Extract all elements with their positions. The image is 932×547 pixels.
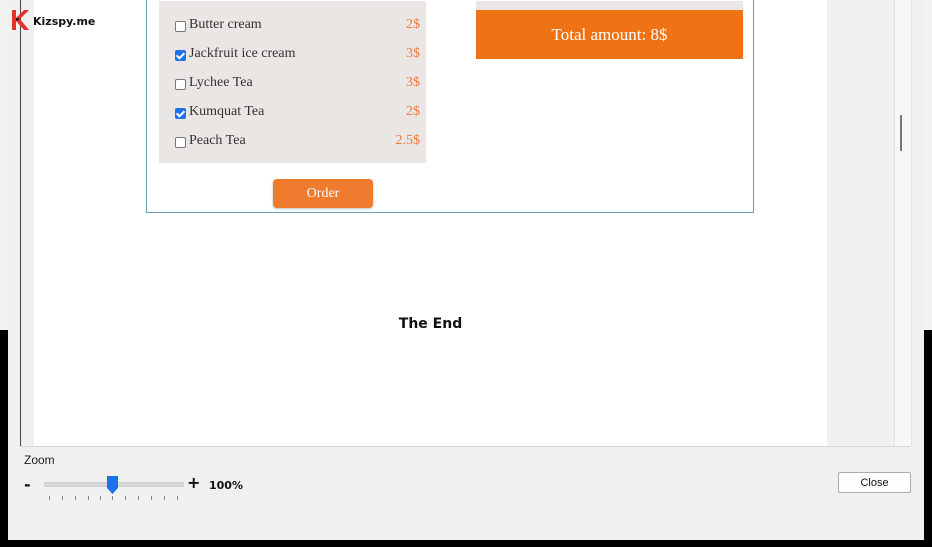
slider-tick <box>75 496 76 500</box>
divider <box>20 446 910 447</box>
zoom-label: Zoom <box>24 453 55 467</box>
vertical-scrollbar[interactable] <box>894 0 912 446</box>
menu-item-checkbox[interactable] <box>175 21 186 32</box>
menu-item-name: Peach Tea <box>189 133 246 148</box>
menu-item-checkbox[interactable] <box>175 108 186 119</box>
menu-list: Butter cream 2$ Jackfruit ice cream 3$ L… <box>159 1 426 163</box>
order-card: Butter cream 2$ Jackfruit ice cream 3$ L… <box>146 0 754 213</box>
scrollbar-thumb[interactable] <box>900 115 902 151</box>
menu-item-checkbox[interactable] <box>175 79 186 90</box>
menu-item-name: Lychee Tea <box>189 75 253 90</box>
menu-item-checkbox[interactable] <box>175 50 186 61</box>
zoom-slider-thumb[interactable] <box>107 476 118 494</box>
slider-tick <box>164 496 165 500</box>
slider-tick <box>177 496 178 500</box>
order-button[interactable]: Order <box>273 179 373 208</box>
total-amount: Total amount: 8$ <box>476 10 743 59</box>
menu-item-name: Jackfruit ice cream <box>189 46 296 61</box>
menu-item-name: Kumquat Tea <box>189 104 265 119</box>
menu-item-price: 2$ <box>406 104 420 119</box>
menu-item-checkbox[interactable] <box>175 137 186 148</box>
menu-item-price: 2.5$ <box>395 133 421 148</box>
zoom-out-button[interactable]: - <box>24 475 31 494</box>
slider-tick <box>88 496 89 500</box>
zoom-value: 100% <box>209 479 243 492</box>
menu-item-name: Butter cream <box>189 17 262 32</box>
preview-left-border <box>20 0 21 446</box>
menu-item-price: 3$ <box>406 46 420 61</box>
menu-item[interactable]: Lychee Tea 3$ <box>175 75 420 95</box>
zoom-in-button[interactable]: + <box>187 473 200 492</box>
preview-side-pane <box>827 0 894 446</box>
slider-tick <box>49 496 50 500</box>
k-logo-icon <box>12 10 29 30</box>
total-header-strip <box>476 1 743 10</box>
logo-text: Kizspy.me <box>33 15 96 28</box>
slider-tick <box>138 496 139 500</box>
menu-item[interactable]: Butter cream 2$ <box>175 17 420 37</box>
slider-tick <box>100 496 101 500</box>
menu-item[interactable]: Kumquat Tea 2$ <box>175 104 420 124</box>
preview-viewport[interactable]: Butter cream 2$ Jackfruit ice cream 3$ L… <box>34 0 827 446</box>
logo: Kizspy.me <box>11 9 95 31</box>
slider-tick <box>62 496 63 500</box>
menu-item[interactable]: Peach Tea 2.5$ <box>175 133 420 153</box>
end-text: The End <box>398 316 463 332</box>
slider-tick <box>112 496 113 500</box>
slider-tick <box>151 496 152 500</box>
close-button[interactable]: Close <box>838 472 911 493</box>
menu-item[interactable]: Jackfruit ice cream 3$ <box>175 46 420 66</box>
menu-item-price: 3$ <box>406 75 420 90</box>
menu-item-price: 2$ <box>406 17 420 32</box>
slider-tick <box>125 496 126 500</box>
